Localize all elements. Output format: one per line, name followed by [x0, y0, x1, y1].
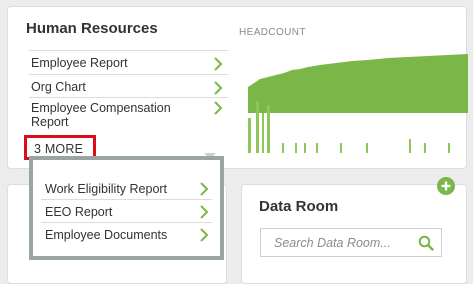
menu-item-label: Employee Report — [31, 56, 128, 70]
bar — [295, 143, 297, 153]
widget-title: Data Room — [259, 198, 339, 215]
bar — [256, 101, 259, 153]
chevron-right-icon — [198, 182, 210, 196]
chart-label: HEADCOUNT — [239, 27, 306, 38]
widget-title: Human Resources — [26, 20, 158, 37]
more-items-dropdown: Work Eligibility Report EEO Report Emplo… — [29, 156, 224, 260]
add-button[interactable] — [437, 177, 455, 195]
bar — [424, 143, 426, 153]
bar — [262, 113, 264, 153]
menu-item-label: EEO Report — [45, 205, 113, 219]
menu-item-work-eligibility-report[interactable]: Work Eligibility Report — [41, 178, 212, 200]
menu-item-employee-documents[interactable]: Employee Documents — [41, 224, 212, 246]
menu-item-label: Work Eligibility Report — [45, 182, 168, 196]
bar — [282, 143, 284, 153]
plus-icon — [441, 181, 451, 191]
search-input[interactable] — [261, 229, 411, 256]
data-room-widget: Data Room — [241, 184, 467, 284]
search-box — [260, 228, 442, 257]
bar — [248, 118, 251, 153]
menu-item-label: Employee Compensation Report — [31, 101, 171, 129]
chevron-right-icon — [212, 81, 224, 95]
menu-item-eeo-report[interactable]: EEO Report — [41, 201, 212, 223]
search-icon[interactable] — [418, 235, 434, 256]
headcount-chart — [248, 54, 468, 153]
headcount-area — [248, 54, 468, 113]
chevron-right-icon — [198, 205, 210, 219]
human-resources-widget: Human Resources Employee Report Org Char… — [7, 6, 468, 169]
bar — [340, 143, 342, 153]
menu-item-employee-report[interactable]: Employee Report — [29, 50, 228, 74]
chevron-right-icon — [212, 101, 224, 115]
bar — [366, 143, 368, 153]
bar — [304, 143, 306, 153]
chevron-right-icon — [198, 228, 210, 242]
bar — [409, 139, 411, 153]
bar — [448, 143, 450, 153]
chevron-right-icon — [212, 57, 224, 71]
menu-item-org-chart[interactable]: Org Chart — [29, 74, 228, 97]
menu-item-employee-compensation-report[interactable]: Employee Compensation Report — [29, 97, 228, 135]
menu-item-label: Employee Documents — [45, 228, 168, 242]
bar — [267, 105, 270, 153]
menu-item-label: Org Chart — [31, 80, 86, 94]
bar — [316, 143, 318, 153]
more-items-label: 3 MORE — [34, 142, 84, 156]
